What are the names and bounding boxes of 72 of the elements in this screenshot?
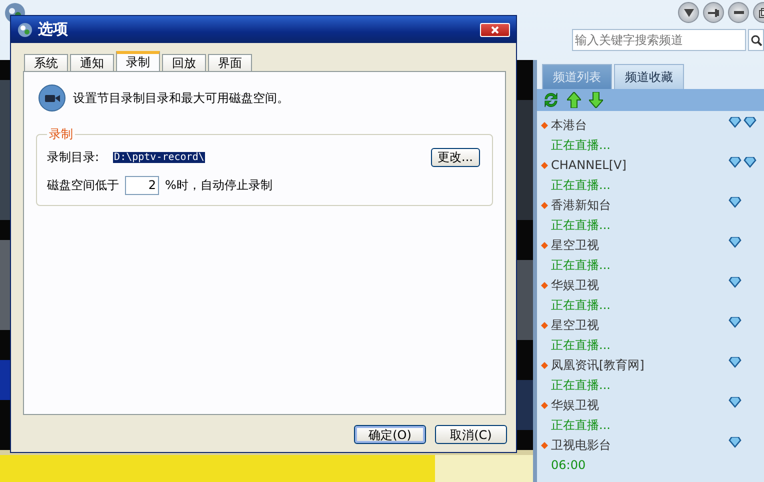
channel-status: 正在直播... [551, 416, 612, 434]
channel-status: 正在直播... [551, 336, 612, 354]
channel-name[interactable]: 凤凰资讯[教育网] [551, 356, 728, 374]
search-field[interactable]: 输入关键字搜索频道 [572, 29, 746, 51]
channel-name[interactable]: 星空卫视 [551, 236, 728, 254]
bullet-icon [540, 322, 548, 328]
diamond-icon [728, 317, 742, 328]
channel-name[interactable]: 星空卫视 [551, 316, 728, 334]
dropdown-button[interactable] [678, 2, 699, 23]
bullet-icon [540, 402, 548, 408]
disk-suffix: %时，自动停止录制 [165, 176, 272, 194]
down-arrow-icon[interactable] [589, 92, 603, 108]
bullet-icon [540, 282, 548, 288]
pin-icon [708, 8, 720, 16]
channel-status: 正在直播... [551, 376, 612, 394]
description-text: 设置节目录制目录和最大可用磁盘空间。 [73, 90, 289, 106]
bullet-icon [540, 122, 548, 128]
minimize-button[interactable] [728, 2, 749, 23]
close-icon [491, 26, 499, 34]
app-logo-icon [17, 22, 33, 38]
channel-name[interactable]: 本港台 [551, 116, 728, 134]
channel-name[interactable]: 华娱卫视 [551, 276, 728, 294]
channel-name[interactable]: 香港新知台 [551, 196, 728, 214]
refresh-icon[interactable] [543, 92, 559, 108]
channel-name[interactable]: CHANNEL[V] [551, 158, 728, 172]
settings-tab[interactable]: 系统 [24, 54, 68, 71]
percent-field[interactable]: 2 [125, 176, 159, 194]
bullet-icon [540, 242, 548, 248]
scrollbar[interactable] [533, 60, 537, 482]
close-button[interactable] [480, 22, 510, 36]
disk-label: 磁盘空间低于 [47, 176, 119, 194]
diamond-icon [728, 197, 742, 208]
pin-button[interactable] [703, 2, 724, 23]
channel-status: 06:00 [551, 458, 587, 472]
bullet-icon [540, 362, 548, 368]
channel-name[interactable]: 华娱卫视 [551, 396, 728, 414]
settings-tab[interactable]: 界面 [208, 54, 252, 71]
channel-status: 正在直播... [551, 256, 612, 274]
group-title: 录制 [48, 126, 74, 143]
settings-tab[interactable]: 通知 [70, 54, 114, 71]
diamond-icon [728, 357, 742, 368]
diamond-icon [728, 437, 742, 448]
directory-label: 录制目录: [47, 148, 100, 166]
dialog-button[interactable]: 确定(O) [354, 425, 426, 444]
change-button[interactable]: 更改... [430, 148, 480, 166]
search-button[interactable] [748, 29, 764, 51]
dialog-button[interactable]: 取消(C) [435, 425, 507, 444]
settings-tab[interactable]: 回放 [162, 54, 206, 71]
bullet-icon [540, 442, 548, 448]
diamond-icon [728, 117, 742, 128]
triangle-icon [684, 8, 694, 16]
channel-tab[interactable]: 频道收藏 [614, 64, 684, 89]
bullet-icon [540, 202, 548, 208]
up-arrow-icon[interactable] [567, 92, 581, 108]
diamond-icon [728, 237, 742, 248]
diamond-icon [728, 157, 742, 168]
search-icon [750, 34, 762, 46]
diamond-icon [743, 157, 757, 168]
diamond-icon [743, 117, 757, 128]
channel-status: 正在直播... [551, 176, 612, 194]
channel-name[interactable]: 卫视电影台 [551, 436, 728, 454]
settings-tab[interactable]: 录制 [116, 51, 160, 71]
bullet-icon [540, 162, 548, 168]
camera-icon [38, 84, 66, 112]
diamond-icon [728, 277, 742, 288]
channel-status: 正在直播... [551, 136, 612, 154]
minimize-icon [734, 11, 744, 14]
diamond-icon [728, 397, 742, 408]
channel-status: 正在直播... [551, 216, 612, 234]
directory-value[interactable]: D:\pptv-record\ [113, 152, 206, 162]
channel-status: 正在直播... [551, 296, 612, 314]
dialog-title: 选项 [38, 20, 69, 39]
